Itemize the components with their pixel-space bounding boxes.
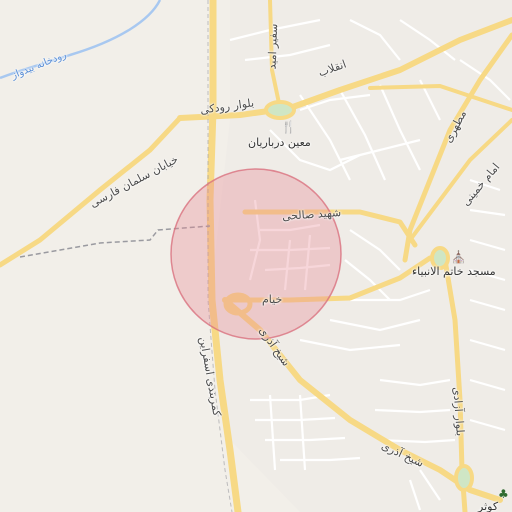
mosque-icon: ⛪ <box>451 250 466 264</box>
map-base <box>0 0 512 512</box>
fork-knife-icon: 🍴 <box>281 120 296 134</box>
road-label-khayyam: خیام <box>262 293 283 306</box>
poi-label-khatam-mosque: مسجد خاتم الانبیاء <box>412 265 496 278</box>
poi-label-moein-darbarian: معین درباریان <box>248 136 311 149</box>
road-label-safir-omid: سفیر امید <box>265 23 281 70</box>
highlight-circle <box>170 168 342 340</box>
poi-label-kosh: کوثر <box>478 500 499 512</box>
tree-icon: ♣ <box>498 487 509 501</box>
map-canvas[interactable]: رودخانه بیدواز بلوار رودکی انقلاب سفیر ا… <box>0 0 512 512</box>
roundabout-rudaki <box>264 100 296 120</box>
roundabout-south <box>454 464 474 492</box>
